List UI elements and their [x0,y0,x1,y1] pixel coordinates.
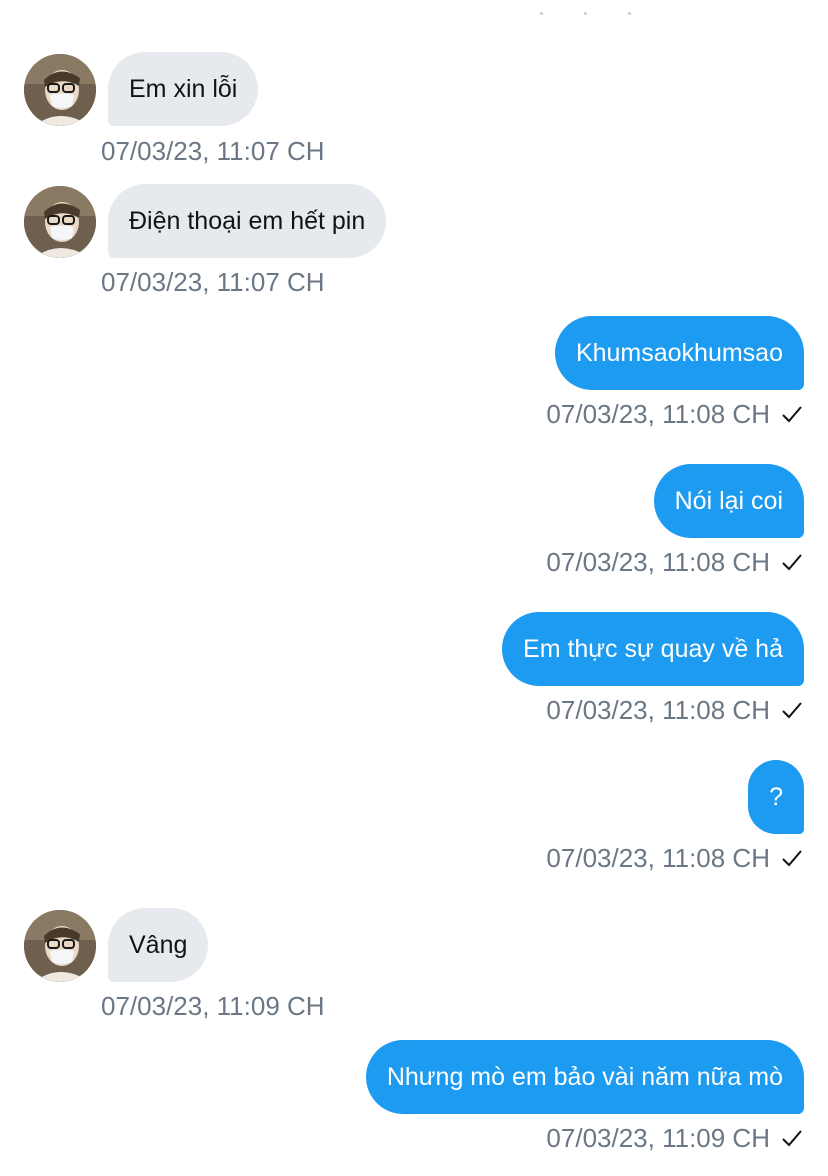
timestamp-text: 07/03/23, 11:08 CH [546,399,770,429]
avatar-image [24,186,96,258]
avatar[interactable] [24,54,96,126]
message-timestamp: 07/03/23, 11:08 CH [546,842,804,874]
message-timestamp: 07/03/23, 11:07 CH [101,135,325,167]
message-bubble-incoming[interactable]: Điện thoại em hết pin [108,184,387,258]
message-text: Em xin lỗi [129,75,238,103]
message-timestamp: 07/03/23, 11:07 CH [101,266,325,298]
timestamp-text: 07/03/23, 11:08 CH [546,547,770,577]
message-timestamp: 07/03/23, 11:08 CH [546,694,804,726]
message-bubble-outgoing[interactable]: ? [748,760,804,834]
timestamp-text: 07/03/23, 11:07 CH [101,136,325,166]
message-timestamp: 07/03/23, 11:08 CH [546,398,804,430]
loading-indicator [540,12,640,18]
message-timestamp: 07/03/23, 11:09 CH [101,990,325,1022]
check-icon [782,406,802,423]
message-text: Vâng [129,931,188,959]
message-text: Em thực sự quay về hả [523,635,783,663]
avatar[interactable] [24,186,96,258]
timestamp-text: 07/03/23, 11:07 CH [101,267,325,297]
message-bubble-outgoing[interactable]: Em thực sự quay về hả [502,612,804,686]
message-timestamp: 07/03/23, 11:09 CH [546,1122,804,1154]
check-icon [782,850,802,867]
timestamp-text: 07/03/23, 11:08 CH [546,843,770,873]
avatar[interactable] [24,910,96,982]
message-bubble-outgoing[interactable]: Nói lại coi [653,464,804,538]
timestamp-text: 07/03/23, 11:09 CH [546,1123,770,1153]
message-timestamp: 07/03/23, 11:08 CH [546,546,804,578]
check-icon [782,702,802,719]
message-bubble-incoming[interactable]: Em xin lỗi [108,52,259,126]
message-bubble-incoming[interactable]: Vâng [108,908,209,982]
timestamp-text: 07/03/23, 11:09 CH [101,991,325,1021]
message-text: Khumsaokhumsao [575,339,783,367]
message-text: Nhưng mò em bảo vài năm nữa mò [386,1063,783,1091]
check-icon [782,554,802,571]
avatar-image [24,910,96,982]
message-text: Nói lại coi [674,487,783,515]
message-text: ? [769,783,783,811]
message-bubble-outgoing[interactable]: Nhưng mò em bảo vài năm nữa mò [365,1040,804,1114]
message-text: Điện thoại em hết pin [129,207,366,235]
message-bubble-outgoing[interactable]: Khumsaokhumsao [554,316,804,390]
timestamp-text: 07/03/23, 11:08 CH [546,695,770,725]
check-icon [782,1130,802,1147]
avatar-image [24,54,96,126]
